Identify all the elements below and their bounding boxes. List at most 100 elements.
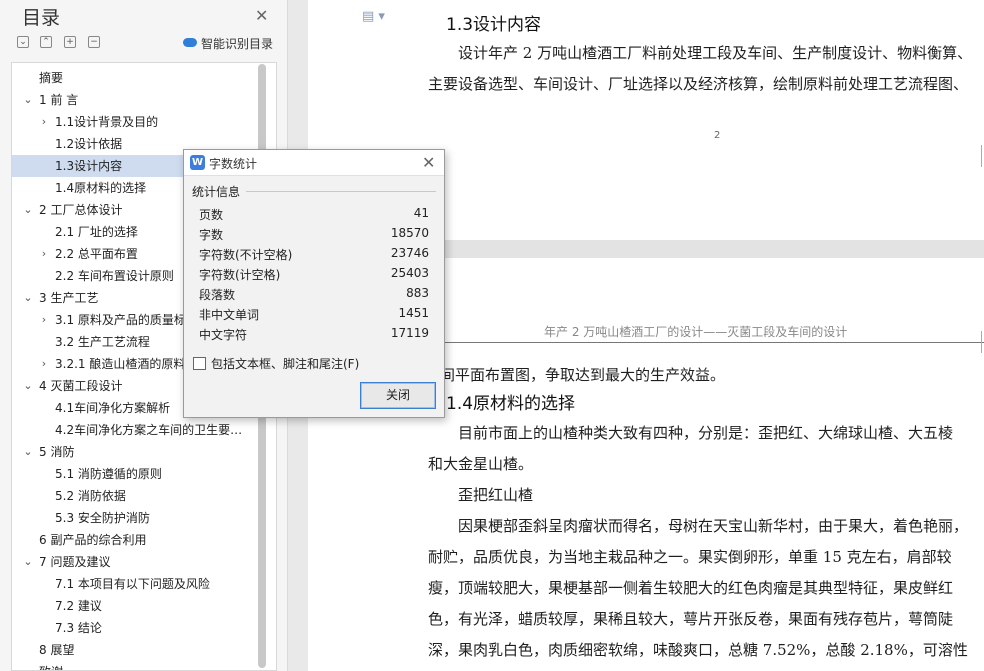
page-number: 2 [714, 130, 721, 141]
toc-item-label: 7.2 建议 [55, 599, 102, 613]
toc-item-label: 2 工厂总体设计 [39, 203, 123, 217]
stat-label: 字符数(不计空格) [199, 248, 293, 262]
toc-item-label: 3.1 原料及产品的质量标 [55, 313, 186, 327]
stat-row: 中文字符 17119 [199, 324, 429, 344]
stats-group-label: 统计信息 [192, 185, 241, 199]
section-heading-1-3: 1.3设计内容 [446, 15, 542, 35]
toc-item[interactable]: 8 展望 [12, 639, 258, 661]
stat-label: 中文字符 [199, 328, 248, 342]
checkbox-label: 包括文本框、脚注和尾注(F) [211, 357, 360, 371]
stat-value: 23746 [390, 246, 429, 260]
toc-item[interactable]: 7.1 本项目有以下问题及风险 [12, 573, 258, 595]
chevron-right-icon[interactable]: › [38, 353, 50, 375]
toc-close-icon[interactable]: ✕ [255, 6, 268, 25]
paragraph-line: 深，果肉乳白色，肉质细密软绵，味酸爽口，总糖 7.52%，总酸 2.18%，可溶… [428, 641, 968, 659]
toc-item[interactable]: 5.3 安全防护消防 [12, 507, 258, 529]
toc-item-label: 7 问题及建议 [39, 555, 111, 569]
stat-row: 字符数(不计空格) 23746 [199, 244, 429, 264]
stat-value: 883 [406, 286, 429, 300]
paragraph-line: 主要设备选型、车间设计、厂址选择以及经济核算，绘制原料前处理工艺流程图、 [428, 75, 969, 93]
toc-item[interactable]: ⌄ 7 问题及建议 [12, 551, 258, 573]
cloud-icon [183, 38, 197, 47]
toc-item-label: 5.2 消防依据 [55, 489, 126, 503]
chevron-down-icon[interactable]: ⌄ [22, 441, 34, 463]
toc-item[interactable]: › 1.1设计背景及目的 [12, 111, 258, 133]
stat-value: 18570 [390, 226, 429, 240]
toc-item-label: 7.1 本项目有以下问题及风险 [55, 577, 210, 591]
paragraph-line: 耐贮，品质优良，为当地主栽品种之一。果实倒卵形，单重 15 克左右，肩部较 [428, 548, 952, 566]
stat-row: 非中文单词 1451 [199, 304, 429, 324]
stat-label: 字数 [199, 228, 224, 242]
paragraph-line: 间平面布置图，争取达到最大的生产效益。 [440, 366, 726, 384]
chevron-right-icon[interactable]: › [38, 111, 50, 133]
toc-item-label: 1 前 言 [39, 93, 79, 107]
document-menu-icon[interactable]: ▤ ▾ [362, 9, 385, 24]
stat-value: 25403 [390, 266, 429, 280]
chevron-down-icon[interactable]: ⌄ [22, 89, 34, 111]
paragraph-line: 色，有光泽，蜡质较厚，果稀且较大，萼片开张反卷，果面有残存苞片，萼筒陡 [428, 610, 954, 628]
toc-item-label: 4 灭菌工段设计 [39, 379, 123, 393]
stat-value: 41 [413, 206, 429, 220]
toc-item-label: 3 生产工艺 [39, 291, 99, 305]
chevron-down-icon[interactable]: ⌄ [22, 375, 34, 397]
toc-item-label: 7.3 结论 [55, 621, 102, 635]
toc-item-label: 3.2 生产工艺流程 [55, 335, 150, 349]
close-button[interactable]: 关闭 [360, 382, 436, 409]
collapse-all-icon[interactable]: ⌄ [17, 36, 29, 48]
chevron-down-icon[interactable]: ⌄ [22, 551, 34, 573]
stat-row: 字数 18570 [199, 224, 429, 244]
stat-row: 页数 41 [199, 204, 429, 224]
expand-up-icon[interactable]: ⌃ [40, 36, 52, 48]
toc-item-label: 1.3设计内容 [55, 159, 123, 173]
add-heading-icon[interactable]: + [64, 36, 76, 48]
toc-item-label: 致谢 [39, 661, 63, 670]
toc-item-label: 5.1 消防遵循的原则 [55, 467, 162, 481]
word-count-dialog: W 字数统计 ✕ 统计信息 包括文本框、脚注和尾注(F) 关闭 页数 41 字数 18… [183, 149, 445, 418]
toc-title: 目录 [22, 7, 61, 29]
toc-item-label: 摘要 [39, 71, 64, 85]
paragraph-line: 和大金星山楂。 [428, 455, 534, 473]
stat-label: 字符数(计空格) [199, 268, 281, 282]
checkbox-icon[interactable] [193, 357, 206, 370]
toc-item[interactable]: 5.2 消防依据 [12, 485, 258, 507]
toc-item[interactable]: 7.3 结论 [12, 617, 258, 639]
chevron-down-icon[interactable]: ⌄ [22, 199, 34, 221]
toc-item-label: 5.3 安全防护消防 [55, 511, 150, 525]
toc-item-label: 3.2.1 酿造山楂酒的原料 [55, 357, 186, 371]
toc-item-label: 4.2车间净化方案之车间的卫生要… [55, 423, 243, 437]
toc-item-label: 8 展望 [39, 643, 75, 657]
group-divider [246, 191, 436, 192]
toc-item[interactable]: 5.1 消防遵循的原则 [12, 463, 258, 485]
paragraph-line: 歪把红山楂 [458, 486, 534, 504]
toc-item[interactable]: 4.2车间净化方案之车间的卫生要… [12, 419, 258, 441]
toc-item-label: 2.2 车间布置设计原则 [55, 269, 174, 283]
chevron-right-icon[interactable]: › [38, 309, 50, 331]
toc-item-label: 5 消防 [39, 445, 75, 459]
toc-item[interactable]: ⌄ 5 消防 [12, 441, 258, 463]
include-textbox-checkbox[interactable]: 包括文本框、脚注和尾注(F) [193, 355, 359, 372]
dialog-close-icon[interactable]: ✕ [422, 153, 435, 172]
smart-toc-button[interactable]: 智能识别目录 [183, 35, 273, 52]
header-rule [426, 342, 984, 343]
toc-item[interactable]: 6 副产品的综合利用 [12, 529, 258, 551]
toc-item[interactable]: 7.2 建议 [12, 595, 258, 617]
toc-item[interactable]: ⌄ 1 前 言 [12, 89, 258, 111]
chevron-right-icon[interactable]: › [38, 243, 50, 265]
toc-item-label: 4.1车间净化方案解析 [55, 401, 171, 415]
toc-item[interactable]: 摘要 [12, 67, 258, 89]
toc-item-label: 6 副产品的综合利用 [39, 533, 147, 547]
wps-logo-icon: W [190, 155, 205, 170]
chevron-down-icon[interactable]: ⌄ [22, 287, 34, 309]
paragraph-line: 因果梗部歪斜呈肉瘤状而得名，母树在天宝山新华村，由于果大，着色艳丽， [458, 517, 969, 535]
toc-item-label: 2.1 厂址的选择 [55, 225, 138, 239]
smart-toc-label: 智能识别目录 [201, 37, 274, 51]
dialog-titlebar[interactable]: W 字数统计 ✕ [184, 150, 444, 176]
remove-heading-icon[interactable]: − [88, 36, 100, 48]
stat-row: 段落数 883 [199, 284, 429, 304]
stat-label: 非中文单词 [199, 308, 260, 322]
page-header: 年产 2 万吨山楂酒工厂的设计——灭菌工段及车间的设计 [544, 325, 848, 339]
toc-item[interactable]: 致谢 [12, 661, 258, 670]
toc-item-label: 1.4原材料的选择 [55, 181, 147, 195]
dialog-title: 字数统计 [209, 157, 258, 171]
paragraph-line: 目前市面上的山楂种类大致有四种，分别是：歪把红、大绵球山楂、大五棱 [458, 424, 954, 442]
